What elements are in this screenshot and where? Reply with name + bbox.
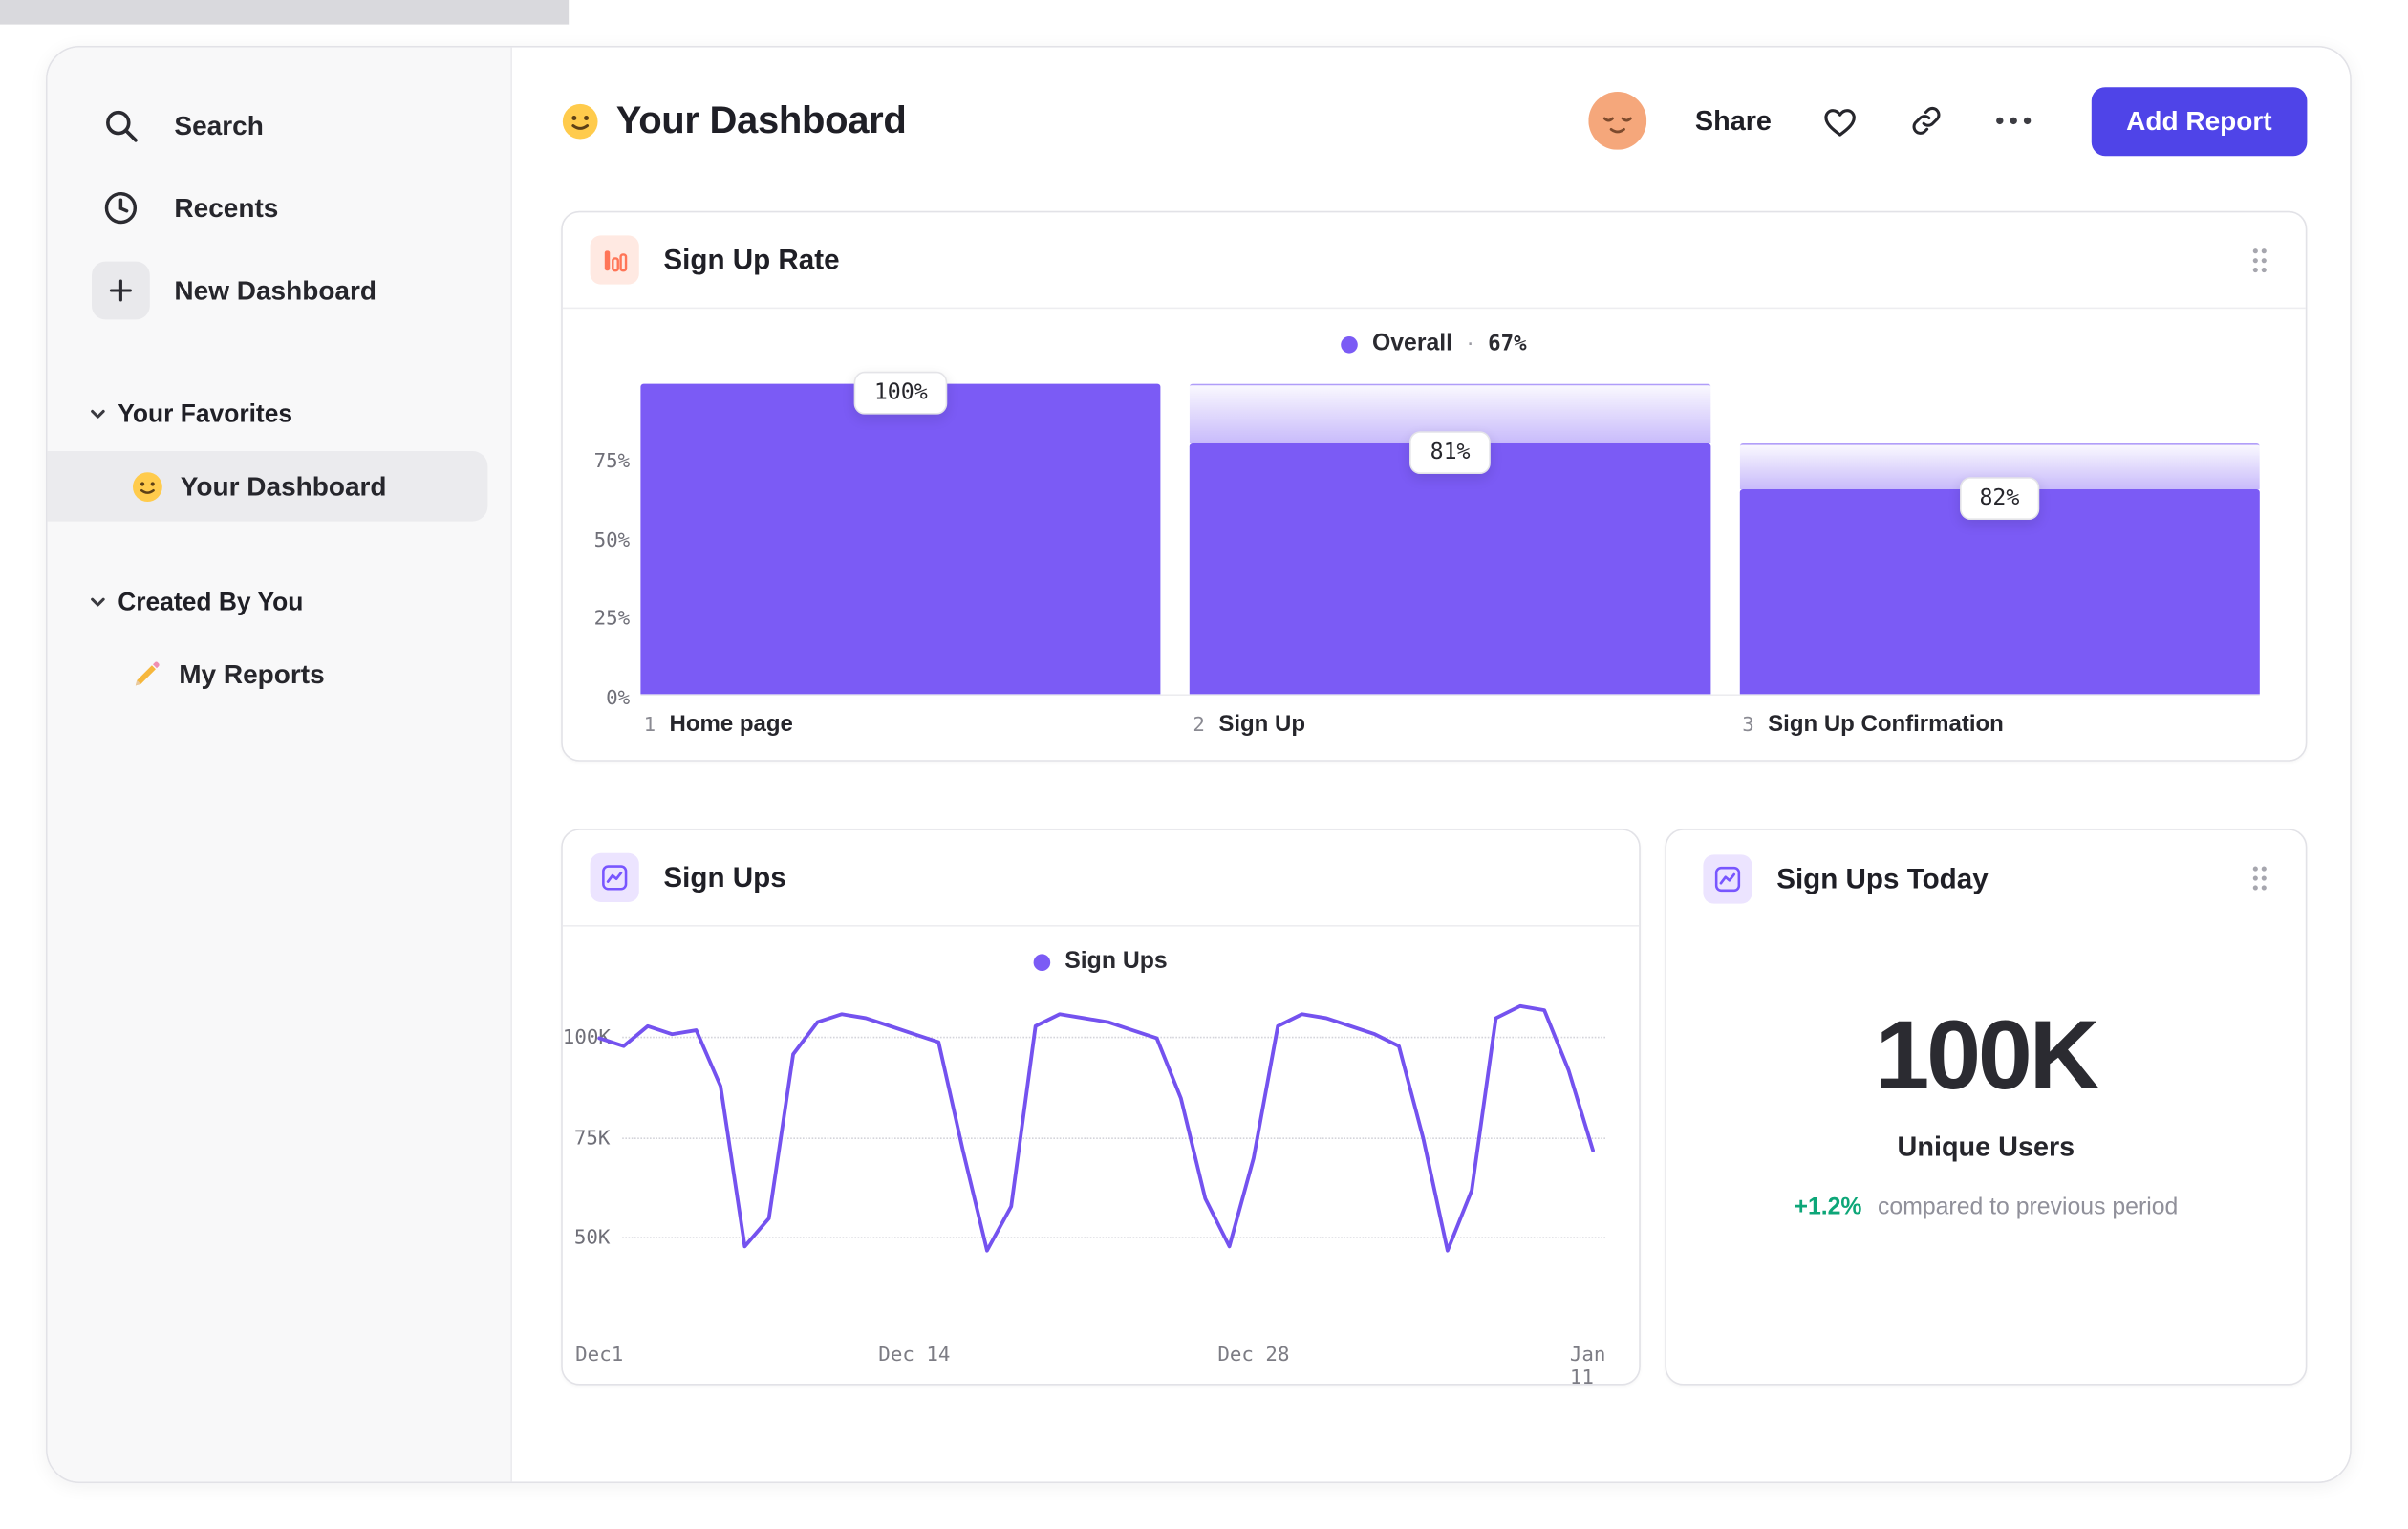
signups-today-card: Sign Ups Today 100K Unique Users +1.2% c… <box>1665 829 2308 1386</box>
sidebar: Search Recents New Dashboard Your Favori… <box>47 47 512 1482</box>
background-window-strip <box>0 0 570 25</box>
chart-legend: Overall · 67% <box>563 309 2306 379</box>
sidebar-item-new-dashboard[interactable]: New Dashboard <box>48 249 511 332</box>
copy-link-icon[interactable] <box>1907 102 1944 139</box>
sidebar-section-your-favorites[interactable]: Your Favorites <box>48 390 511 439</box>
favorite-heart-icon[interactable] <box>1820 101 1859 140</box>
y-axis-tick: 0% <box>606 687 631 711</box>
sidebar-item-search[interactable]: Search <box>48 84 511 166</box>
share-button[interactable]: Share <box>1695 105 1772 138</box>
sidebar-item-recents[interactable]: Recents <box>48 166 511 248</box>
section-label: Your Favorites <box>118 399 293 428</box>
funnel-step-label: 3 Sign Up Confirmation <box>1742 711 2004 738</box>
sidebar-section-created-by-you[interactable]: Created By You <box>48 578 511 627</box>
dashboard-window: Search Recents New Dashboard Your Favori… <box>46 46 2352 1483</box>
stat-label: Unique Users <box>1897 1131 2075 1162</box>
stat-value: 100K <box>1875 1000 2099 1110</box>
funnel-tooltip: 100% <box>854 371 948 415</box>
sidebar-item-label: My Reports <box>179 657 325 689</box>
chevron-down-icon <box>89 405 107 423</box>
legend-overall-value: 67% <box>1488 332 1527 356</box>
funnel-plot-area: 100% 1 Home page 81% 2 Sign Up 82% 3 Sig… <box>640 371 2260 737</box>
clock-icon <box>92 188 150 228</box>
funnel-tooltip: 81% <box>1409 430 1491 474</box>
funnel-bar-sign-up[interactable]: 81% 2 Sign Up <box>1190 383 1710 737</box>
card-title: Sign Up Rate <box>663 243 840 275</box>
section-label: Created By You <box>118 588 304 615</box>
legend-dot <box>1341 335 1359 353</box>
plus-icon <box>92 261 150 320</box>
smiley-emoji-icon <box>132 470 164 503</box>
line-chart-icon <box>1703 853 1752 903</box>
funnel-bar-solid <box>640 383 1162 695</box>
funnel-step-label: 1 Home page <box>643 711 793 738</box>
more-options-icon[interactable] <box>1993 115 2033 127</box>
avatar[interactable] <box>1587 92 1646 150</box>
y-axis-tick: 50% <box>593 529 631 553</box>
card-header: Sign Up Rate <box>562 212 2306 310</box>
sidebar-item-your-dashboard[interactable]: Your Dashboard <box>47 451 488 522</box>
drag-handle-icon[interactable] <box>2250 246 2268 274</box>
funnel-bar-home-page[interactable]: 100% 1 Home page <box>640 371 1162 737</box>
add-report-button[interactable]: Add Report <box>2091 86 2308 156</box>
dashboard-row-2: Sign Ups Sign Ups 100K 75K 50K Dec1 Dec … <box>561 829 2308 1389</box>
pencil-emoji-icon <box>132 659 162 690</box>
dashboard-header: Your Dashboard Share Add Report <box>512 48 2350 195</box>
funnel-bar-sign-up-confirmation[interactable]: 82% 3 Sign Up Confirmation <box>1739 384 2260 737</box>
page-title: Your Dashboard <box>615 98 907 141</box>
stat-delta-note: compared to previous period <box>1878 1194 2179 1220</box>
signups-card: Sign Ups Sign Ups 100K 75K 50K Dec1 Dec … <box>561 829 1643 1389</box>
sidebar-item-my-reports[interactable]: My Reports <box>48 639 488 710</box>
stat-delta-row: +1.2% compared to previous period <box>1666 1195 2306 1222</box>
drag-handle-icon[interactable] <box>2250 864 2268 893</box>
funnel-bar-solid <box>1190 442 1710 695</box>
stat-delta: +1.2% <box>1794 1194 1862 1220</box>
signups-line-chart[interactable] <box>563 830 1643 1387</box>
smiley-emoji-icon <box>561 101 599 140</box>
legend-separator: · <box>1466 330 1474 356</box>
sidebar-item-label: New Dashboard <box>174 274 376 306</box>
sidebar-item-label: Recents <box>174 191 279 223</box>
app-root: Search Recents New Dashboard Your Favori… <box>0 0 2408 1529</box>
sidebar-item-label: Search <box>174 109 264 140</box>
signup-rate-card: Sign Up Rate Overall · 67% 75% 50% 25% 0… <box>561 210 2308 762</box>
chevron-down-icon <box>89 593 107 612</box>
bar-chart-icon <box>590 235 639 285</box>
sidebar-item-label: Your Dashboard <box>180 470 387 501</box>
y-axis-tick: 25% <box>593 608 631 631</box>
legend-series-label: Overall <box>1371 330 1453 356</box>
funnel-tooltip: 82% <box>1959 477 2040 521</box>
header-actions: Share Add Report <box>1587 86 2308 156</box>
main-content: Your Dashboard Share Add Report Sign Up … <box>512 47 2351 1482</box>
card-title: Sign Ups Today <box>1776 861 1989 894</box>
card-header: Sign Ups Today <box>1666 830 2306 927</box>
search-icon <box>92 105 150 145</box>
funnel-step-label: 2 Sign Up <box>1193 711 1306 738</box>
funnel-bar-solid <box>1739 489 2260 695</box>
y-axis-tick: 75% <box>593 450 631 474</box>
